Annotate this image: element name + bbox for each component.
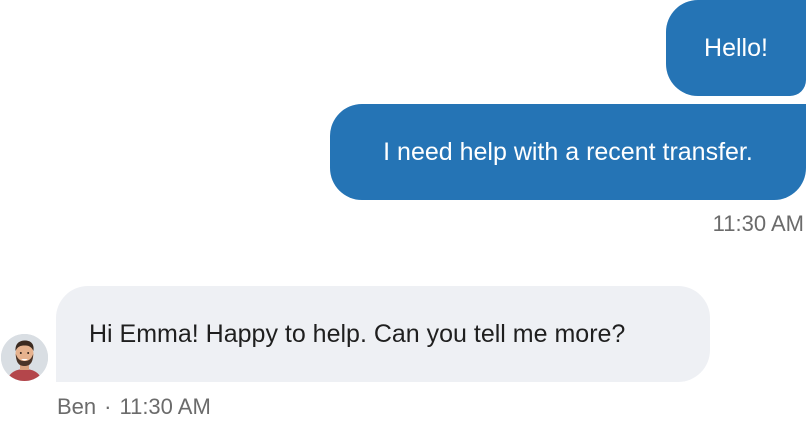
outgoing-message-bubble: I need help with a recent transfer. xyxy=(330,104,806,200)
message-text: Hello! xyxy=(704,33,768,62)
incoming-message-bubble: Hi Emma! Happy to help. Can you tell me … xyxy=(56,286,710,382)
incoming-message-meta: Ben · 11:30 AM xyxy=(57,394,211,420)
meta-separator: · xyxy=(104,394,112,419)
sender-name: Ben xyxy=(57,394,97,419)
incoming-timestamp: 11:30 AM xyxy=(119,394,211,419)
message-text: I need help with a recent transfer. xyxy=(383,137,753,166)
message-text: Hi Emma! Happy to help. Can you tell me … xyxy=(89,319,626,348)
outgoing-message-bubble: Hello! xyxy=(666,0,806,96)
outgoing-timestamp: 11:30 AM xyxy=(712,211,804,236)
avatar-photo-icon xyxy=(1,334,48,381)
chat-thread: Hello! I need help with a recent transfe… xyxy=(0,0,806,422)
agent-avatar xyxy=(1,334,48,381)
